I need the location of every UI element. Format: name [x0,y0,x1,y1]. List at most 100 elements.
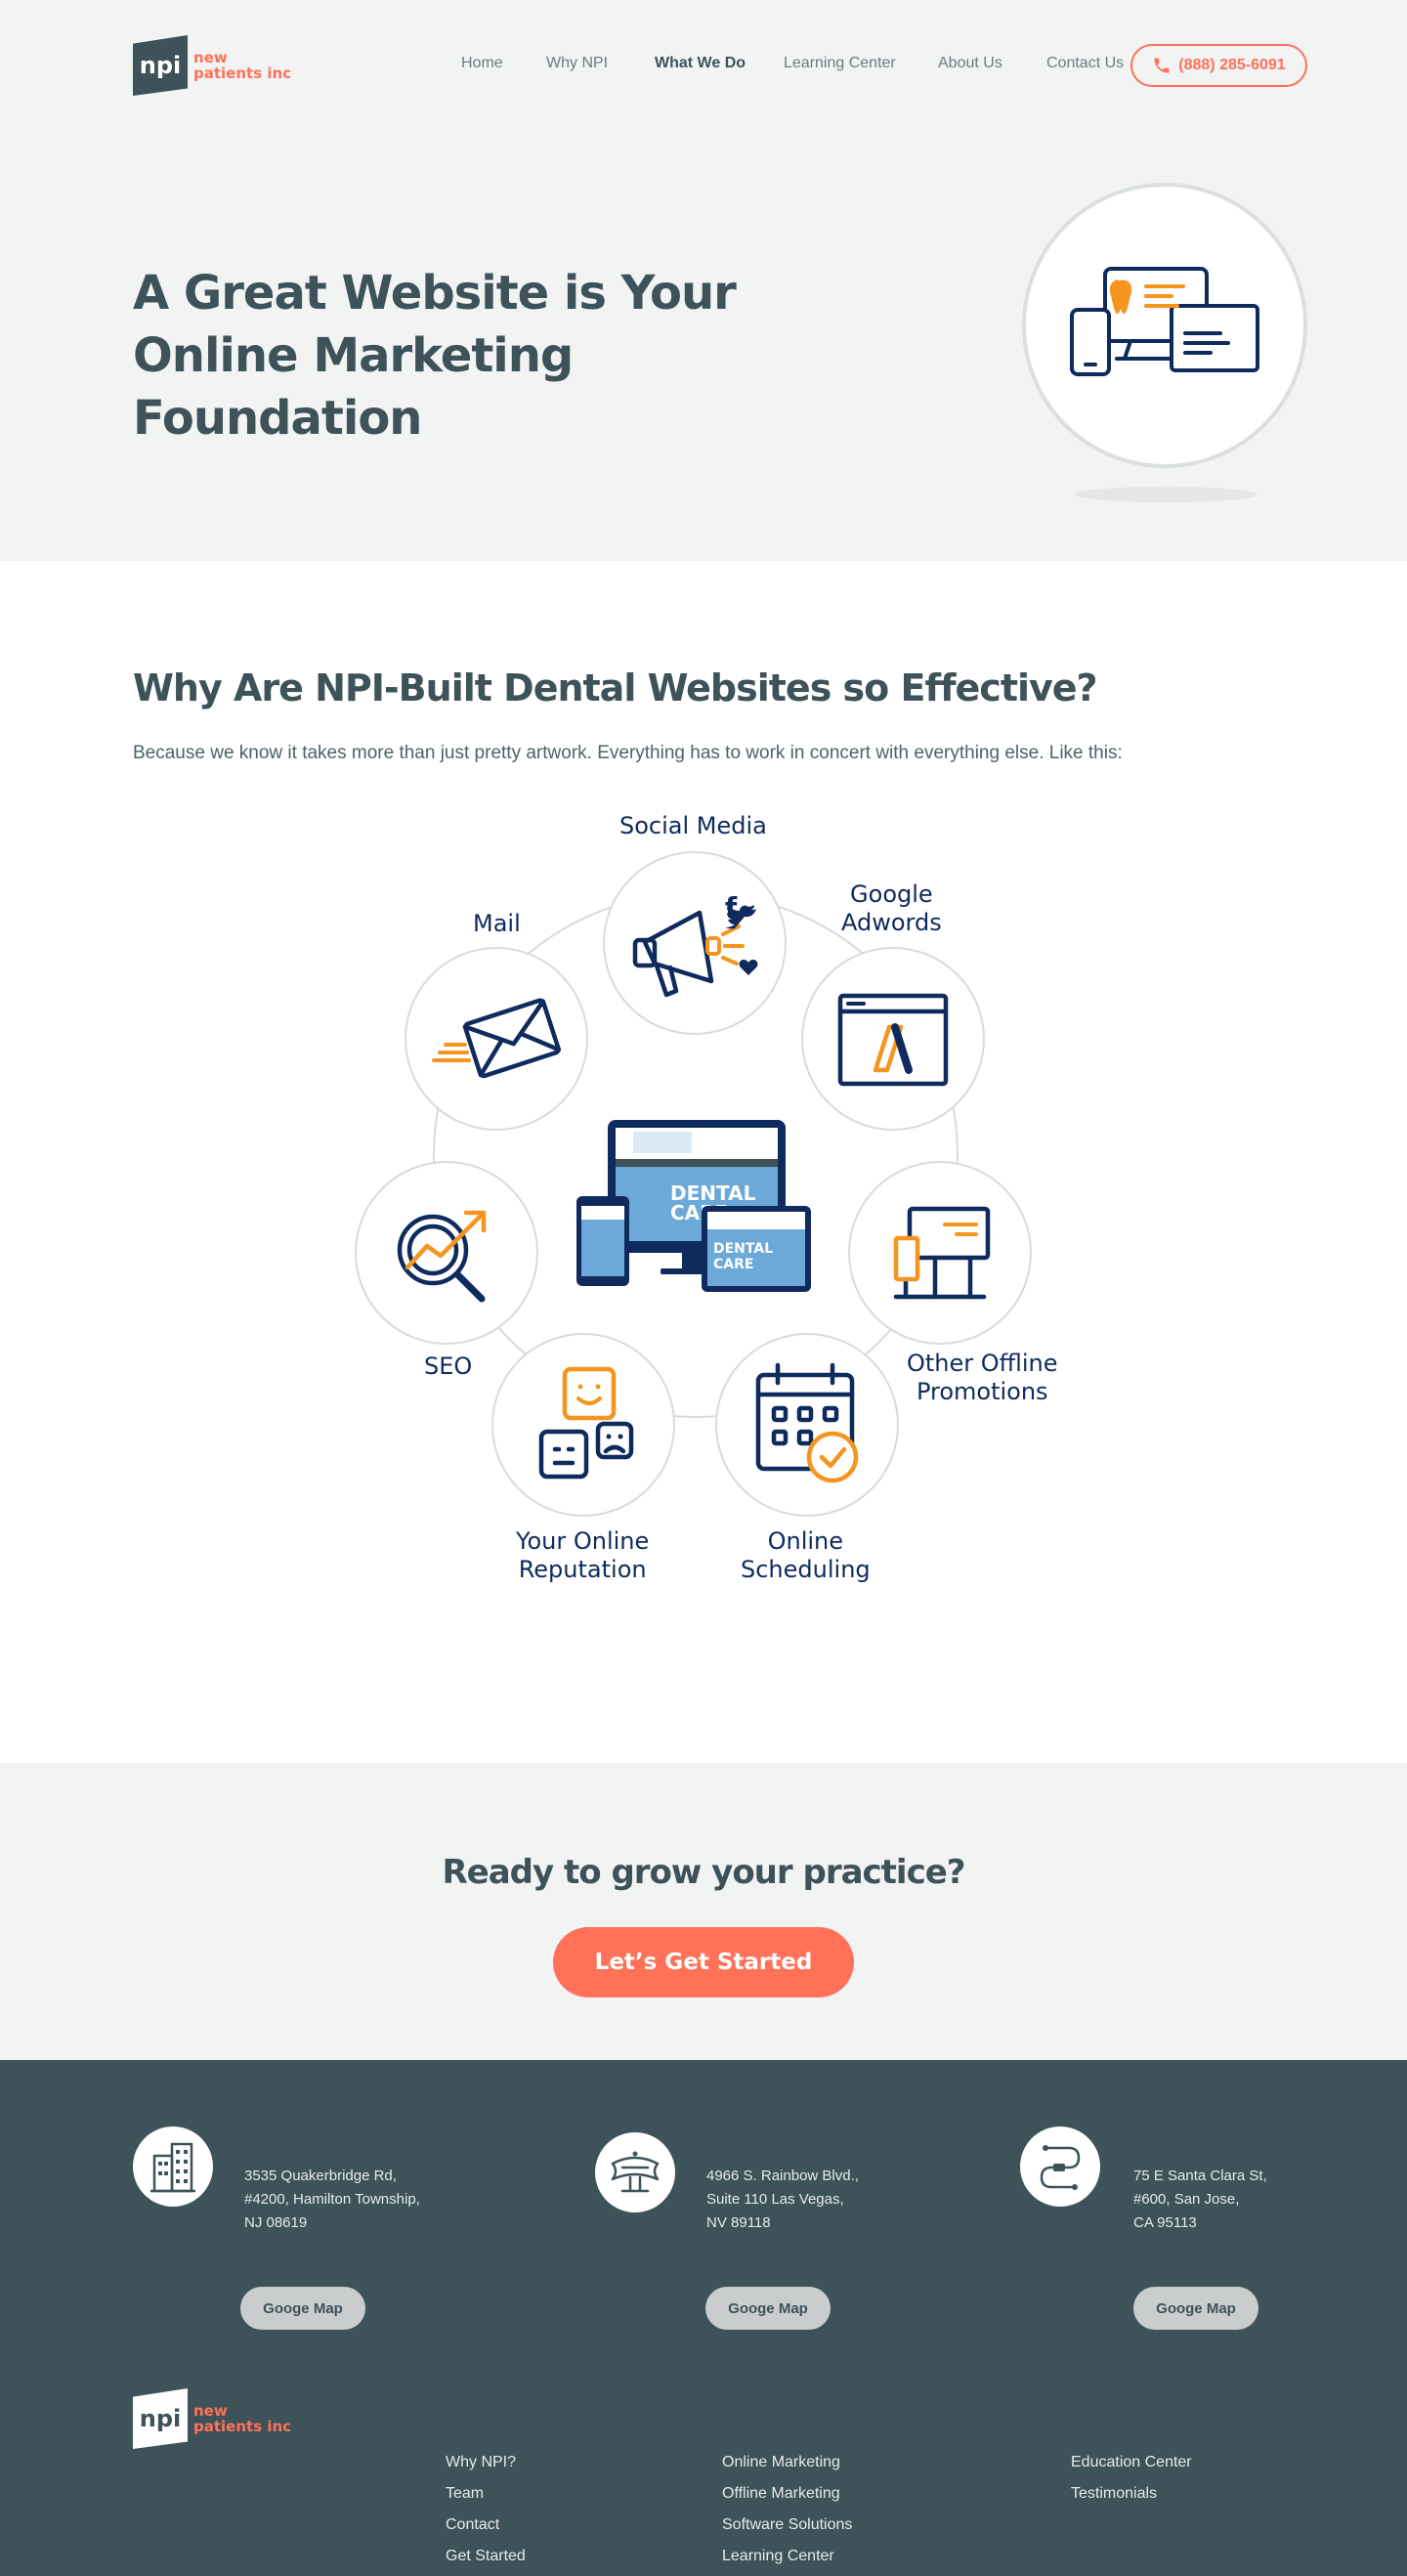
adwords-icon [837,993,949,1087]
logo-word-patients: patients inc [193,2418,292,2435]
location-name-new-jersey: New Jersey [244,2130,385,2156]
address-line: CA 95113 [1133,2214,1197,2231]
footer-link-testimonials[interactable]: Testimonials [1071,2485,1157,2503]
road-icon [1040,2145,1081,2190]
address-line: 3535 Quakerbridge Rd, [244,2168,397,2184]
why-title: Why Are NPI-Built Dental Websites so Eff… [133,666,1098,709]
building-icon [150,2142,195,2193]
phone-button[interactable]: (888) 285-6091 [1130,44,1307,87]
hero-title-line-2: Online Marketing Foundation [133,328,574,446]
footer-link-online-marketing[interactable]: Online Marketing [722,2454,840,2471]
location-icon-las-vegas [595,2132,675,2212]
cta-title: Ready to grow your practice? [442,1853,965,1892]
node-social-media[interactable]: f [603,851,787,1035]
location-phone-san-jose[interactable]: (888) 285-6091 [1133,2246,1234,2262]
billboard-icon [893,1206,991,1300]
label-online-scheduling: Online Scheduling [741,1527,871,1584]
header-logo[interactable]: npi new patients inc [133,35,291,96]
footer-link-contact[interactable]: Contact [446,2516,499,2534]
label-online-scheduling-line-2: Scheduling [741,1556,871,1583]
address-line: NV 89118 [706,2214,771,2231]
nav-about-us[interactable]: About Us [938,55,1002,72]
reputation-icon [538,1366,634,1480]
node-online-reputation[interactable] [491,1333,675,1517]
map-button-new-jersey[interactable]: Googe Map [240,2287,365,2330]
node-google-adwords[interactable] [801,947,985,1131]
location-icon-new-jersey [133,2126,213,2207]
nav-contact-us[interactable]: Contact Us [1046,55,1124,72]
label-online-reputation: Your Online Reputation [516,1527,649,1584]
hero-title: A Great Website is Your Online Marketing… [133,262,875,450]
label-google-adwords: Google Adwords [841,880,942,937]
address-line: Suite 110 Las Vegas, [706,2191,844,2208]
nav-why-npi[interactable]: Why NPI [546,55,608,72]
address-line: #600, San Jose, [1133,2191,1240,2208]
footer-col-title-help: Help [1071,2399,1130,2425]
footer-col-title-what-we-do: What We Do [722,2399,878,2425]
hero-shadow [1075,487,1257,502]
location-name-san-jose: San Jose [1133,2130,1242,2156]
label-online-reputation-line-1: Your Online [516,1527,650,1555]
footer-link-get-started[interactable]: Get Started [446,2548,526,2565]
label-google-adwords-line-2: Adwords [841,909,942,936]
footer-logo-wordmark: new patients inc [193,2403,291,2434]
label-mail: Mail [473,910,521,937]
location-icon-san-jose [1020,2126,1100,2207]
footer-logo[interactable]: npi new patients inc [133,2388,291,2449]
location-address-las-vegas: 4966 S. Rainbow Blvd., Suite 110 Las Veg… [706,2165,859,2235]
address-line: 75 E Santa Clara St, [1133,2168,1267,2184]
footer-col-title-agency: Agency [446,2399,538,2425]
nav-what-we-do[interactable]: What We Do [655,55,746,72]
node-online-scheduling[interactable] [715,1333,899,1517]
phone-button-label: (888) 285-6091 [1178,57,1286,73]
label-offline-promotions-line-1: Other Offline [907,1350,1058,1377]
logo-word-new: new [193,2402,228,2420]
center-tablet-text-2: CARE [713,1257,753,1272]
logo-mark: npi [133,35,188,96]
label-google-adwords-line-1: Google [850,880,933,908]
megaphone-icon: f [632,891,758,998]
location-address-new-jersey: 3535 Quakerbridge Rd, #4200, Hamilton To… [244,2165,420,2235]
cta-section [0,1763,1407,2060]
node-mail[interactable] [405,947,588,1131]
mail-icon [432,998,562,1079]
map-button-san-jose[interactable]: Googe Map [1133,2287,1258,2330]
address-line: 4966 S. Rainbow Blvd., [706,2168,859,2184]
hero-title-line-1: A Great Website is Your [133,266,737,321]
logo-word-patients: patients inc [193,64,292,82]
hero-illustration [1022,183,1307,468]
why-subtitle: Because we know it takes more than just … [133,743,1123,763]
footer-link-team[interactable]: Team [446,2485,484,2503]
phone-icon [1154,58,1170,73]
footer-link-software-solutions[interactable]: Software Solutions [722,2516,852,2534]
location-address-san-jose: 75 E Santa Clara St, #600, San Jose, CA … [1133,2165,1267,2235]
node-seo[interactable] [355,1161,538,1345]
calendar-icon [755,1362,859,1483]
node-offline-promotions[interactable] [848,1161,1032,1345]
location-phone-new-jersey[interactable]: (888) 285-6091 [244,2246,345,2262]
logo-wordmark: new patients inc [193,50,291,81]
footer-link-why-npi[interactable]: Why NPI? [446,2454,516,2471]
devices-icon [1070,267,1259,376]
website-devices-icon: DENTAL CARE DENTAL CARE [576,1120,811,1292]
label-seo: SEO [424,1352,473,1380]
location-phone-las-vegas[interactable]: (702) 712-4769 [706,2246,807,2262]
label-online-scheduling-line-1: Online [767,1527,844,1555]
vegas-sign-icon [611,2151,660,2193]
get-started-button[interactable]: Let’s Get Started [553,1927,854,1997]
footer-link-education-center[interactable]: Education Center [1071,2454,1192,2471]
label-offline-promotions-line-2: Promotions [916,1378,1048,1405]
label-social-media: Social Media [619,812,767,839]
nav-learning-center[interactable]: Learning Center [784,55,896,72]
seo-icon [397,1210,487,1303]
footer-logo-mark: npi [133,2388,188,2449]
map-button-las-vegas[interactable]: Googe Map [705,2287,831,2330]
logo-word-new: new [193,49,228,66]
label-offline-promotions: Other Offline Promotions [907,1350,1058,1406]
footer-link-learning-center[interactable]: Learning Center [722,2548,834,2565]
location-name-las-vegas: Las Vegas [706,2130,833,2156]
nav-home[interactable]: Home [461,55,503,72]
footer-link-offline-marketing[interactable]: Offline Marketing [722,2485,840,2503]
label-online-reputation-line-2: Reputation [518,1556,647,1583]
address-line: NJ 08619 [244,2214,308,2231]
